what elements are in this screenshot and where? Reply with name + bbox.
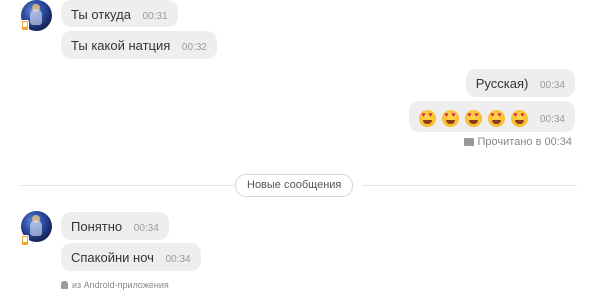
heart-eyes-emoji: [465, 110, 483, 128]
avatar-figure-shape: [30, 9, 42, 25]
message-time: 00:34: [133, 222, 159, 234]
platform-note-text: из Android-приложения: [72, 280, 169, 290]
message-time: 00:32: [181, 41, 207, 53]
heart-eyes-emoji: [511, 110, 529, 128]
mobile-online-icon: [21, 235, 29, 246]
new-messages-divider: Новые сообщения: [235, 174, 354, 197]
heart-eyes-emoji: [488, 110, 506, 128]
avatar-figure-shape: [30, 220, 42, 236]
android-icon: [61, 281, 68, 289]
message-text: Понятно: [71, 218, 123, 234]
message-time: 00:34: [165, 253, 191, 265]
message-bubble[interactable]: Ты какой натция 00:32: [61, 31, 217, 59]
platform-note: из Android-приложения: [61, 279, 169, 291]
message-text: Русская): [475, 75, 529, 91]
message-bubble[interactable]: Спакойни ноч 00:34: [61, 243, 201, 271]
heart-eyes-emoji: [419, 110, 437, 128]
message-bubble[interactable]: Понятно 00:34: [61, 212, 169, 240]
read-status: Прочитано в 00:34: [463, 135, 572, 149]
emoji-row: [419, 102, 529, 133]
mobile-online-icon: [21, 20, 29, 31]
heart-eyes-emoji: [442, 110, 460, 128]
envelope-open-icon: [463, 138, 474, 146]
message-time: 00:34: [539, 114, 565, 126]
message-bubble[interactable]: Ты откуда 00:31: [61, 0, 178, 27]
divider-line: [20, 185, 235, 186]
own-message-bubble[interactable]: Русская) 00:34: [465, 69, 575, 97]
message-time: 00:31: [142, 11, 168, 23]
message-text: Ты откуда: [71, 7, 131, 23]
divider-line: [362, 185, 577, 186]
message-text: Ты какой натция: [71, 37, 171, 53]
message-text: Спакойни ноч: [71, 249, 154, 265]
message-time: 00:34: [539, 79, 565, 91]
own-message-bubble[interactable]: 00:34: [409, 101, 575, 132]
read-status-text: Прочитано в 00:34: [477, 136, 572, 148]
